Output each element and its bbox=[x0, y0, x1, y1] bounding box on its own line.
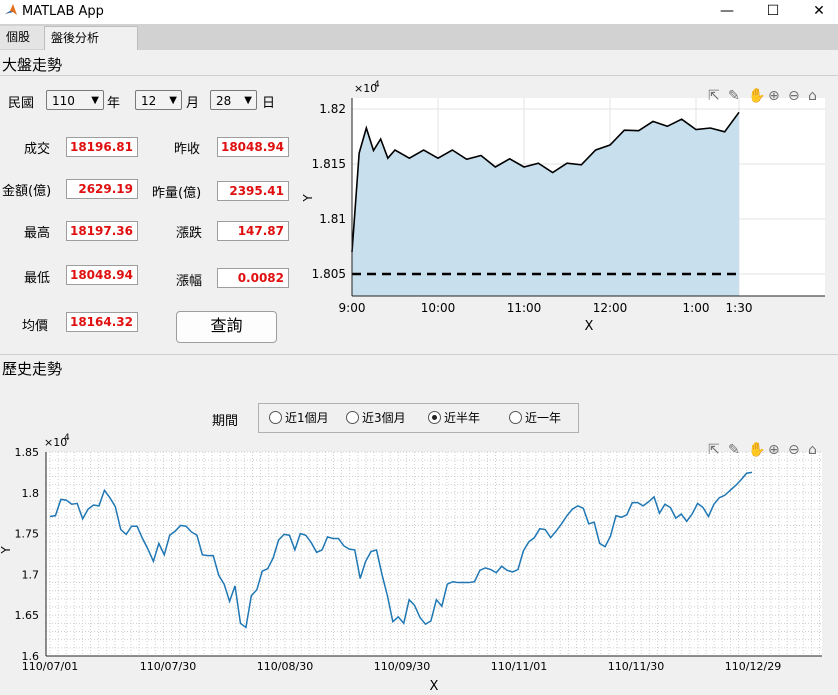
radio-label: 近1個月 bbox=[285, 411, 329, 425]
radio-3-months[interactable]: 近3個月 bbox=[346, 409, 406, 427]
year-unit-label: 年 bbox=[107, 96, 121, 111]
y-tick-label: 1.81 bbox=[319, 212, 346, 226]
tab-stock[interactable]: 個股 bbox=[0, 26, 48, 49]
zoom-out-icon[interactable]: ⊖ bbox=[788, 88, 800, 104]
query-button[interactable]: 查詢 bbox=[176, 311, 277, 343]
window-title: MATLAB App bbox=[22, 4, 104, 19]
radio-half-year[interactable]: 近半年 bbox=[428, 409, 480, 427]
history-chart[interactable]: 110/07/01 110/07/30 110/08/30 110/09/30 110/… bbox=[0, 430, 838, 695]
x-axis-label: X bbox=[430, 679, 439, 694]
x-tick-label: 110/12/29 bbox=[725, 660, 781, 673]
x-tick-label: 110/07/30 bbox=[140, 660, 196, 673]
x-tick-label: 110/08/30 bbox=[257, 660, 313, 673]
avg-label: 均價 bbox=[22, 319, 49, 334]
y-tick-label: 1.75 bbox=[15, 528, 40, 541]
y-tick-label: 1.7 bbox=[22, 568, 40, 581]
intraday-chart[interactable]: 9:00 10:00 11:00 12:00 1:00 1:30 1.805 1.81 1.81… bbox=[290, 78, 838, 340]
maximize-button[interactable]: ☐ bbox=[750, 0, 796, 22]
period-label: 期間 bbox=[212, 414, 239, 429]
x-tick-label: 11:00 bbox=[507, 301, 542, 315]
x-tick-label: 1:00 bbox=[683, 301, 710, 315]
x-tick-label: 1:30 bbox=[726, 301, 753, 315]
y-tick-label: 1.805 bbox=[312, 267, 346, 281]
chevron-down-icon: ▼ bbox=[244, 95, 252, 106]
y-tick-label: 1.6 bbox=[22, 650, 40, 663]
y-tick-label: 1.85 bbox=[15, 446, 40, 459]
x-tick-label: 110/09/30 bbox=[374, 660, 430, 673]
change-value: 147.87 bbox=[217, 221, 289, 241]
change-label: 漲跌 bbox=[176, 226, 203, 241]
brush-icon[interactable]: ✎ bbox=[728, 88, 740, 104]
chevron-down-icon: ▼ bbox=[91, 95, 99, 106]
zoom-out-icon[interactable]: ⊖ bbox=[788, 442, 800, 458]
prev-close-label: 昨收 bbox=[174, 142, 201, 157]
high-value: 18197.36 bbox=[66, 221, 138, 241]
y-tick-label: 1.82 bbox=[319, 102, 346, 116]
prev-amount-value: 2395.41 bbox=[217, 181, 289, 201]
radio-circle[interactable] bbox=[346, 411, 359, 424]
avg-value: 18164.32 bbox=[66, 312, 138, 332]
history-trend-title: 歷史走勢 bbox=[2, 360, 63, 378]
radio-label: 近一年 bbox=[525, 411, 562, 425]
y-tick-label: 1.65 bbox=[15, 609, 40, 622]
day-unit-label: 日 bbox=[262, 96, 276, 111]
low-value: 18048.94 bbox=[66, 265, 138, 285]
y-tick-label: 1.8 bbox=[22, 487, 40, 500]
tab-after-market[interactable]: 盤後分析 bbox=[44, 26, 138, 50]
chevron-down-icon: ▼ bbox=[169, 95, 177, 106]
low-label: 最低 bbox=[24, 271, 51, 286]
pan-hand-icon[interactable]: ✋ bbox=[748, 441, 765, 458]
radio-label: 近3個月 bbox=[362, 411, 406, 425]
x-tick-label: 9:00 bbox=[339, 301, 366, 315]
section-divider bbox=[0, 75, 838, 76]
market-trend-title: 大盤走勢 bbox=[2, 56, 63, 74]
day-select[interactable]: 28 ▼ bbox=[210, 90, 257, 110]
brush-icon[interactable]: ✎ bbox=[728, 442, 740, 458]
x-tick-label: 110/11/01 bbox=[491, 660, 547, 673]
high-label: 最高 bbox=[24, 226, 51, 241]
export-icon[interactable]: ⇱ bbox=[708, 442, 720, 458]
close-button[interactable]: ✕ bbox=[796, 0, 838, 22]
pct-value: 0.0082 bbox=[217, 268, 289, 288]
x-tick-label: 10:00 bbox=[421, 301, 456, 315]
month-select[interactable]: 12 ▼ bbox=[135, 90, 182, 110]
radio-label: 近半年 bbox=[444, 411, 481, 425]
radio-circle-selected[interactable] bbox=[428, 411, 441, 424]
zoom-in-icon[interactable]: ⊕ bbox=[768, 88, 780, 104]
matlab-logo-icon bbox=[5, 4, 17, 15]
x-tick-label: 110/11/30 bbox=[608, 660, 664, 673]
zoom-in-icon[interactable]: ⊕ bbox=[768, 442, 780, 458]
day-value: 28 bbox=[216, 94, 232, 108]
year-select[interactable]: 110 ▼ bbox=[46, 90, 104, 110]
home-icon[interactable]: ⌂ bbox=[808, 88, 817, 104]
amount-value: 2629.19 bbox=[66, 179, 138, 199]
amount-label: 金額(億) bbox=[2, 184, 52, 199]
era-label: 民國 bbox=[8, 96, 35, 111]
radio-circle[interactable] bbox=[269, 411, 282, 424]
exponent-power: 4 bbox=[374, 80, 380, 90]
x-tick-label: 12:00 bbox=[593, 301, 628, 315]
y-axis-label: Y bbox=[0, 546, 13, 555]
pct-label: 漲幅 bbox=[176, 274, 203, 289]
radio-circle[interactable] bbox=[509, 411, 522, 424]
minimize-button[interactable]: — bbox=[704, 0, 750, 22]
x-axis-label: X bbox=[585, 319, 594, 334]
month-value: 12 bbox=[141, 94, 157, 108]
month-unit-label: 月 bbox=[186, 96, 200, 111]
section-divider bbox=[0, 354, 838, 355]
radio-1-year[interactable]: 近一年 bbox=[509, 409, 561, 427]
y-tick-label: 1.815 bbox=[312, 157, 346, 171]
y-axis-label: Y bbox=[301, 194, 315, 203]
radio-1-month[interactable]: 近1個月 bbox=[269, 409, 329, 427]
close-label: 成交 bbox=[24, 142, 51, 157]
prev-amount-label: 昨量(億) bbox=[152, 186, 202, 201]
prev-close-value: 18048.94 bbox=[217, 137, 289, 157]
year-value: 110 bbox=[52, 94, 75, 108]
export-icon[interactable]: ⇱ bbox=[708, 88, 720, 104]
close-value: 18196.81 bbox=[66, 137, 138, 157]
home-icon[interactable]: ⌂ bbox=[808, 442, 817, 458]
pan-hand-icon[interactable]: ✋ bbox=[748, 87, 765, 104]
exponent-power: 4 bbox=[64, 433, 70, 443]
